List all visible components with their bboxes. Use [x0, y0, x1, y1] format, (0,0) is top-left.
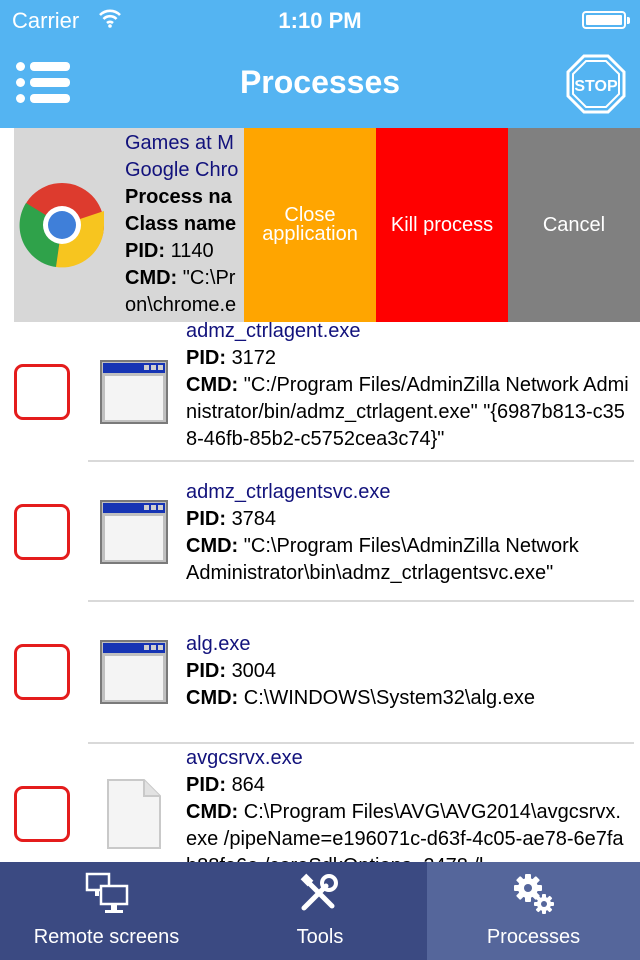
swiped-process-row[interactable]: Games at M Google Chro Process na Class … [14, 128, 244, 322]
cmd-label: CMD: [186, 801, 239, 823]
pid-value: 864 [231, 774, 265, 796]
pid-value: 3004 [231, 660, 277, 682]
pid-value: 3172 [231, 347, 277, 369]
cmd-label: CMD: [125, 267, 178, 289]
process-details: avgcsrvx.exe PID: 864 CMD: C:\Program Fi… [186, 745, 630, 862]
class-name-label: Class name [125, 213, 237, 235]
tab-label: Remote screens [33, 926, 180, 948]
pid-label: PID: [125, 240, 165, 262]
list-item[interactable]: alg.exe PID: 3004 CMD: C:\WINDOWS\System… [0, 602, 640, 742]
tab-bar: Remote screens Tools Processes [0, 862, 640, 960]
process-name: avgcsrvx.exe [186, 747, 303, 769]
status-bar: Carrier 1:10 PM [0, 0, 640, 40]
select-checkbox[interactable] [14, 644, 70, 700]
select-checkbox[interactable] [14, 504, 70, 560]
pid-label: PID: [186, 660, 226, 682]
tab-label: Tools [296, 926, 344, 948]
tab-tools[interactable]: Tools [213, 862, 427, 960]
tab-label: Processes [486, 926, 581, 948]
cancel-button[interactable]: Cancel [508, 128, 640, 322]
app-title: Google Chro [125, 159, 239, 181]
kill-process-button[interactable]: Kill process [376, 128, 508, 322]
status-time: 1:10 PM [278, 8, 362, 33]
cmd-label: CMD: [186, 687, 239, 709]
window-icon [100, 360, 168, 424]
process-list: Games at M Google Chro Process na Class … [0, 128, 640, 862]
swiped-row-text: Games at M Google Chro Process na Class … [125, 130, 244, 319]
tab-processes[interactable]: Processes [427, 862, 640, 960]
cmd-value: "C:/Program Files/AdminZilla Network Adm… [186, 374, 629, 450]
cmd-value: "C:\Program Files\AdminZilla Network Adm… [186, 535, 579, 584]
cmd-value: "C:\Pr [182, 267, 236, 289]
list-item[interactable]: admz_ctrlagentsvc.exe PID: 3784 CMD: "C:… [0, 462, 640, 602]
cmd-label: CMD: [186, 374, 239, 396]
process-name: admz_ctrlagentsvc.exe [186, 481, 391, 503]
cmd-value: C:\Program Files\AVG\AVG2014\avgcsrvx.ex… [186, 801, 624, 862]
chrome-icon [19, 183, 105, 268]
list-item[interactable]: admz_ctrlagent.exe PID: 3172 CMD: "C:/Pr… [0, 320, 640, 462]
select-checkbox[interactable] [14, 786, 70, 842]
close-application-button[interactable]: Close application [244, 128, 376, 322]
pid-label: PID: [186, 774, 226, 796]
pid-value: 1140 [170, 240, 214, 262]
list-item[interactable]: avgcsrvx.exe PID: 864 CMD: C:\Program Fi… [0, 744, 640, 862]
cmd-value-continued: on\chrome.e [125, 294, 237, 316]
process-name: admz_ctrlagent.exe [186, 320, 361, 342]
process-details: admz_ctrlagentsvc.exe PID: 3784 CMD: "C:… [186, 479, 630, 587]
pid-label: PID: [186, 347, 226, 369]
page-title: Processes [239, 64, 401, 100]
stop-label: STOP [574, 78, 618, 95]
process-details: admz_ctrlagent.exe PID: 3172 CMD: "C:/Pr… [186, 318, 630, 453]
select-checkbox[interactable] [14, 364, 70, 420]
window-icon [100, 640, 168, 704]
navigation-bar: Carrier 1:10 PM Processes STOP [0, 0, 640, 128]
window-title: Games at M [125, 132, 234, 154]
window-icon [100, 500, 168, 564]
monitors-icon [85, 872, 128, 913]
stop-button[interactable]: STOP [566, 54, 626, 114]
process-name-label: Process na [125, 186, 232, 208]
pid-value: 3784 [231, 508, 277, 530]
battery-icon [582, 11, 630, 29]
process-details: alg.exe PID: 3004 CMD: C:\WINDOWS\System… [186, 631, 630, 712]
process-name: alg.exe [186, 633, 251, 655]
row-actions: Close application Kill process Cancel [244, 128, 640, 322]
gears-icon [513, 874, 554, 914]
cmd-value: C:\WINDOWS\System32\alg.exe [243, 687, 535, 709]
cmd-label: CMD: [186, 535, 239, 557]
tools-icon [300, 873, 338, 911]
tab-remote-screens[interactable]: Remote screens [0, 862, 213, 960]
document-icon [107, 779, 161, 849]
pid-label: PID: [186, 508, 226, 530]
